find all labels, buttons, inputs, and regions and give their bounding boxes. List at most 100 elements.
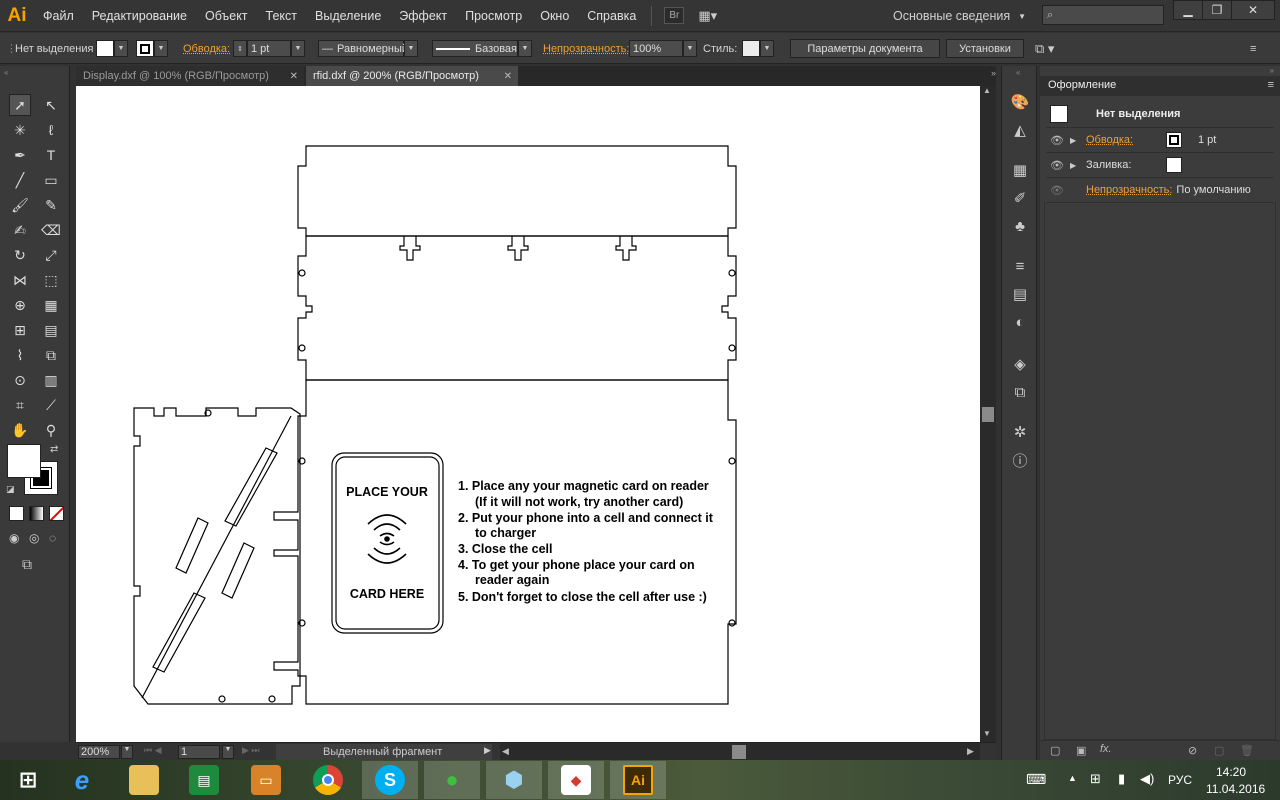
artboard-field[interactable]: 1 bbox=[178, 745, 220, 759]
keyboard-icon[interactable]: ⌨ bbox=[1026, 771, 1046, 788]
expand-arrow-icon[interactable]: ▶ bbox=[1070, 161, 1086, 170]
screen-mode-icon[interactable]: ⧉ bbox=[22, 556, 32, 573]
color-mode-icon[interactable] bbox=[9, 506, 24, 521]
blob-brush-tool-icon[interactable]: ✍ bbox=[9, 219, 31, 241]
stroke-weight-dropdown[interactable]: ▼ bbox=[291, 40, 305, 57]
menu-type[interactable]: Текст bbox=[257, 9, 306, 23]
brush-dropdown[interactable]: ▼ bbox=[518, 40, 532, 57]
opacity-field[interactable]: 100% bbox=[629, 40, 683, 57]
tab-display[interactable]: Display.dxf @ 100% (RGB/Просмотр) ✕ bbox=[76, 66, 304, 86]
artboard-dropdown[interactable]: ▼ bbox=[222, 745, 234, 759]
brush-select[interactable]: Базовая bbox=[432, 40, 518, 57]
network-icon[interactable]: ⊞ bbox=[1090, 771, 1101, 787]
info-icon[interactable]: ⓘ bbox=[1010, 450, 1030, 470]
menu-file[interactable]: Файл bbox=[34, 9, 83, 23]
search-input[interactable]: ⌕ bbox=[1042, 5, 1164, 25]
battery-icon[interactable]: ▮ bbox=[1118, 771, 1125, 787]
scroll-up-icon[interactable]: ▲ bbox=[983, 86, 991, 95]
direct-selection-tool-icon[interactable]: ↖ bbox=[40, 94, 62, 116]
opacity-label[interactable]: Непрозрачность: bbox=[1086, 184, 1172, 196]
opacity-label[interactable]: Непрозрачность: bbox=[543, 40, 629, 57]
scroll-left-icon[interactable]: ◀ bbox=[502, 746, 509, 757]
taskbar-skype[interactable]: S bbox=[362, 761, 418, 799]
menu-effect[interactable]: Эффект bbox=[390, 9, 456, 23]
rotate-tool-icon[interactable]: ↻ bbox=[9, 244, 31, 266]
clock-time[interactable]: 14:20 bbox=[1216, 765, 1246, 779]
appearance-opacity-row[interactable]: 👁 Непрозрачность: По умолчанию bbox=[1046, 178, 1274, 203]
perspective-grid-tool-icon[interactable]: ▦ bbox=[40, 294, 62, 316]
add-stroke-icon[interactable]: ▢ bbox=[1050, 744, 1060, 757]
menu-view[interactable]: Просмотр bbox=[456, 9, 531, 23]
zoom-field[interactable]: 200% bbox=[78, 745, 120, 759]
stroke-value[interactable]: 1 pt bbox=[1198, 134, 1216, 146]
line-tool-icon[interactable]: ╱ bbox=[9, 169, 31, 191]
collapse-icon[interactable]: « bbox=[1016, 68, 1020, 77]
stroke-panel-icon[interactable]: ≡ bbox=[1010, 256, 1030, 276]
fill-dropdown[interactable]: ▼ bbox=[114, 40, 128, 57]
clock-date[interactable]: 11.04.2016 bbox=[1206, 782, 1265, 796]
maximize-button[interactable]: ❐ bbox=[1202, 0, 1232, 20]
draw-behind-icon[interactable]: ◎ bbox=[29, 531, 39, 545]
profile-select[interactable]: — Равномерный bbox=[318, 40, 408, 57]
gradient-panel-icon[interactable]: ▤ bbox=[1010, 284, 1030, 304]
stroke-label[interactable]: Обводка: bbox=[1086, 134, 1166, 146]
fx-icon[interactable]: fx. bbox=[1100, 743, 1112, 755]
taskbar-excel[interactable]: ▤ bbox=[176, 761, 232, 799]
panel-menu-icon[interactable]: ≡ bbox=[1250, 40, 1256, 57]
taskbar-chrome[interactable] bbox=[300, 761, 356, 799]
hand-tool-icon[interactable]: ✋ bbox=[9, 419, 31, 441]
stroke-swatch[interactable] bbox=[136, 40, 154, 57]
artboard-canvas[interactable]: PLACE YOUR CARD HERE 1. Place any your m… bbox=[76, 86, 980, 742]
eraser-tool-icon[interactable]: ⌫ bbox=[40, 219, 62, 241]
eye-icon[interactable]: 👁 bbox=[1046, 159, 1070, 172]
selection-tool-icon[interactable]: ➚ bbox=[9, 94, 31, 116]
mesh-tool-icon[interactable]: ⊞ bbox=[9, 319, 31, 341]
stroke-swatch[interactable] bbox=[1166, 132, 1182, 148]
transparency-panel-icon[interactable]: ◐ bbox=[1010, 312, 1030, 332]
symbol-sprayer-tool-icon[interactable]: ⊙ bbox=[9, 369, 31, 391]
draw-inside-icon[interactable]: ◌ bbox=[49, 531, 56, 545]
menu-help[interactable]: Справка bbox=[578, 9, 645, 23]
workspace-switcher[interactable]: Основные сведения ▼ bbox=[885, 5, 1035, 27]
stroke-weight-field[interactable]: 1 pt bbox=[247, 40, 291, 57]
default-colors-icon[interactable]: ◪ bbox=[6, 484, 15, 495]
appearance-stroke-row[interactable]: 👁 ▶ Обводка: 1 pt bbox=[1046, 128, 1274, 153]
draw-normal-icon[interactable]: ◉ bbox=[9, 531, 19, 545]
fill-swatch[interactable] bbox=[96, 40, 114, 57]
none-mode-icon[interactable] bbox=[49, 506, 64, 521]
status-menu-icon[interactable]: ▶ bbox=[484, 745, 491, 756]
expand-arrow-icon[interactable]: ▶ bbox=[1070, 136, 1086, 145]
style-swatch[interactable] bbox=[742, 40, 760, 57]
arrange-icon[interactable]: ⧉ ▾ bbox=[1035, 40, 1054, 57]
delete-item-icon[interactable]: 🗑 bbox=[1240, 744, 1254, 757]
add-fill-icon[interactable]: ▣ bbox=[1076, 744, 1086, 757]
stroke-weight-stepper[interactable]: ⇕ bbox=[233, 40, 247, 57]
slice-tool-icon[interactable]: ⟋ bbox=[40, 394, 62, 416]
paintbrush-tool-icon[interactable]: 🖌 bbox=[9, 194, 31, 216]
scroll-right-icon[interactable]: ▶ bbox=[967, 746, 974, 757]
pencil-tool-icon[interactable]: ✎ bbox=[40, 194, 62, 216]
document-setup-button[interactable]: Параметры документа bbox=[790, 39, 940, 58]
taskbar-powerpoint[interactable]: ▭ bbox=[238, 761, 294, 799]
menu-select[interactable]: Выделение bbox=[306, 9, 390, 23]
horizontal-scrollbar[interactable]: ◀ ▶ bbox=[500, 743, 980, 761]
horizontal-scroll-thumb[interactable] bbox=[732, 745, 746, 759]
close-icon[interactable]: ✕ bbox=[290, 71, 298, 82]
collapse-panel-icon[interactable]: » bbox=[1270, 66, 1274, 75]
rectangle-tool-icon[interactable]: ▭ bbox=[40, 169, 62, 191]
eye-icon[interactable]: 👁 bbox=[1046, 184, 1086, 197]
style-dropdown[interactable]: ▼ bbox=[760, 40, 774, 57]
scroll-down-icon[interactable]: ▼ bbox=[983, 729, 991, 738]
gradient-tool-icon[interactable]: ▤ bbox=[40, 319, 62, 341]
artboards-icon[interactable]: ⧉ bbox=[1010, 382, 1030, 402]
layers-icon[interactable]: ◈ bbox=[1010, 354, 1030, 374]
zoom-tool-icon[interactable]: ⚲ bbox=[40, 419, 62, 441]
clear-appearance-icon[interactable]: ⊘ bbox=[1188, 744, 1197, 757]
menu-edit[interactable]: Редактирование bbox=[83, 9, 196, 23]
start-button[interactable]: ⊞ bbox=[0, 761, 56, 799]
arrange-documents-icon[interactable]: ▦▾ bbox=[698, 8, 717, 24]
pen-tool-icon[interactable]: ✒ bbox=[9, 144, 31, 166]
fill-swatch[interactable] bbox=[1166, 157, 1182, 173]
appearance-fill-row[interactable]: 👁 ▶ Заливка: bbox=[1046, 153, 1274, 178]
stroke-label[interactable]: Обводка: bbox=[183, 40, 230, 57]
